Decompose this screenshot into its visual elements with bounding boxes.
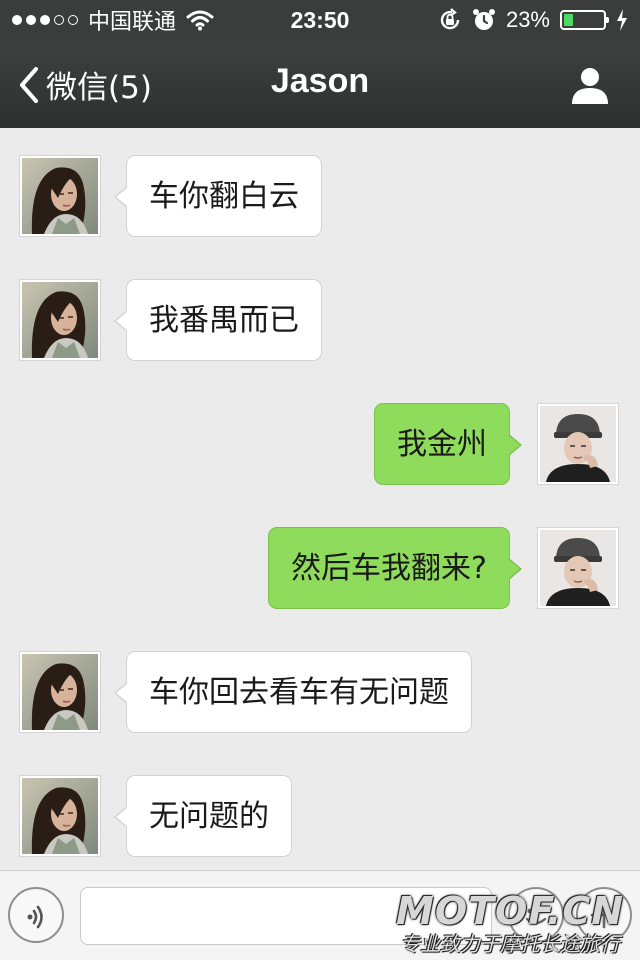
- message-bubble[interactable]: 车你回去看车有无问题: [114, 651, 472, 733]
- battery-icon: [560, 10, 609, 30]
- my-avatar[interactable]: [537, 403, 619, 485]
- incoming-message: 车你回去看车有无问题: [0, 651, 640, 735]
- status-bar: 中国联通 23:50 23%: [0, 0, 640, 40]
- contact-avatar[interactable]: [19, 279, 101, 361]
- rotation-lock-icon: [440, 8, 460, 30]
- charging-bolt-icon: [617, 9, 627, 31]
- back-button[interactable]: 微信(5): [18, 62, 152, 107]
- contact-avatar[interactable]: [19, 775, 101, 857]
- outgoing-message: 然后车我翻来?: [0, 527, 640, 611]
- chat-message-list[interactable]: 车你翻白云 我番禺而已 我金州 然后车我翻来? 车你回去看车有无问题 无问题的: [0, 128, 640, 870]
- voice-icon: [27, 905, 43, 929]
- my-avatar-image: [540, 530, 616, 606]
- more-actions-button[interactable]: [576, 887, 632, 943]
- emoji-icon: [525, 908, 547, 925]
- battery-fill: [564, 14, 573, 26]
- contact-profile-button[interactable]: [570, 66, 610, 106]
- my-avatar[interactable]: [537, 527, 619, 609]
- message-bubble[interactable]: 然后车我翻来?: [268, 527, 522, 609]
- message-bubble[interactable]: 车你翻白云: [114, 155, 322, 237]
- contact-avatar-image: [22, 778, 98, 854]
- plus-icon: [590, 901, 618, 929]
- message-bubble[interactable]: 我金州: [374, 403, 522, 485]
- person-icon: [572, 68, 608, 104]
- back-label: 微信(5): [46, 70, 152, 106]
- incoming-message: 我番禺而已: [0, 279, 640, 363]
- contact-avatar[interactable]: [19, 651, 101, 733]
- status-right: 23%: [438, 6, 628, 34]
- message-bubble[interactable]: 我番禺而已: [114, 279, 322, 361]
- outgoing-message: 我金州: [0, 403, 640, 487]
- alarm-icon: [472, 9, 495, 30]
- incoming-message: 无问题的: [0, 775, 640, 859]
- message-text-input[interactable]: [80, 887, 492, 945]
- message-bubble[interactable]: 无问题的: [114, 775, 292, 857]
- contact-avatar-image: [22, 158, 98, 234]
- contact-avatar[interactable]: [19, 155, 101, 237]
- input-bar: [0, 870, 640, 960]
- incoming-message: 车你翻白云: [0, 155, 640, 239]
- back-chevron-icon: [20, 66, 38, 103]
- my-avatar-image: [540, 406, 616, 482]
- voice-input-button[interactable]: [8, 887, 64, 943]
- contact-avatar-image: [22, 654, 98, 730]
- emoji-button[interactable]: [508, 887, 564, 943]
- battery-percent: 23%: [505, 7, 550, 32]
- nav-bar: 微信(5) Jason: [0, 40, 640, 128]
- contact-avatar-image: [22, 282, 98, 358]
